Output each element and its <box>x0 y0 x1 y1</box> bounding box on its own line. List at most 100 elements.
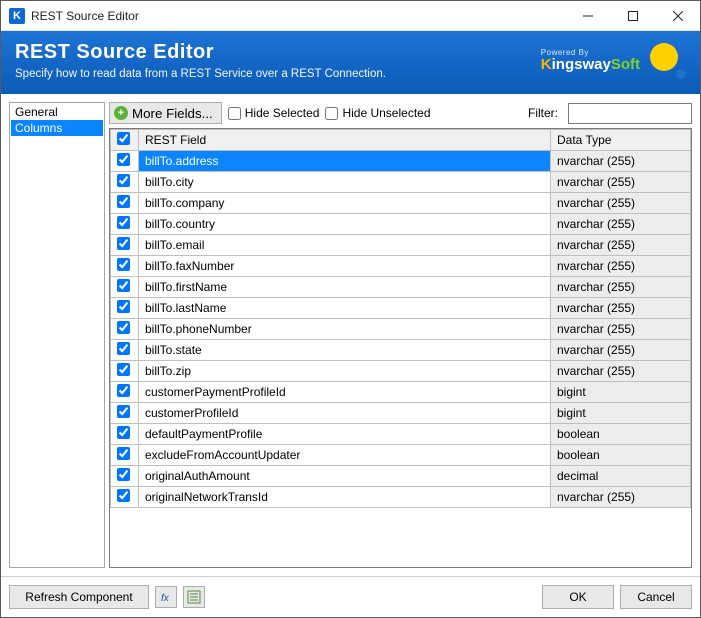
sidebar-item-columns[interactable]: Columns <box>11 120 103 136</box>
table-row[interactable]: originalNetworkTransIdnvarchar (255) <box>111 487 691 508</box>
brand-dots-icon <box>650 43 686 79</box>
banner-heading: REST Source Editor <box>15 41 541 64</box>
row-checkbox[interactable] <box>111 256 139 277</box>
row-datatype[interactable]: nvarchar (255) <box>551 361 691 382</box>
row-datatype[interactable]: nvarchar (255) <box>551 193 691 214</box>
row-datatype[interactable]: boolean <box>551 445 691 466</box>
expression-icon[interactable]: fx <box>155 586 177 608</box>
more-fields-label: More Fields... <box>132 106 213 121</box>
row-field[interactable]: customerProfileId <box>139 403 551 424</box>
table-row[interactable]: billTo.zipnvarchar (255) <box>111 361 691 382</box>
header-banner: REST Source Editor Specify how to read d… <box>1 31 700 94</box>
table-row[interactable]: billTo.faxNumbernvarchar (255) <box>111 256 691 277</box>
row-checkbox[interactable] <box>111 487 139 508</box>
row-datatype[interactable]: decimal <box>551 466 691 487</box>
columns-grid[interactable]: REST Field Data Type billTo.addressnvarc… <box>109 128 692 568</box>
row-datatype[interactable]: nvarchar (255) <box>551 256 691 277</box>
sidebar-item-general[interactable]: General <box>11 104 103 120</box>
row-datatype[interactable]: bigint <box>551 382 691 403</box>
app-icon: K <box>9 8 25 24</box>
plus-icon: + <box>114 106 128 120</box>
row-checkbox[interactable] <box>111 361 139 382</box>
row-field[interactable]: excludeFromAccountUpdater <box>139 445 551 466</box>
table-row[interactable]: billTo.statenvarchar (255) <box>111 340 691 361</box>
row-datatype[interactable]: nvarchar (255) <box>551 298 691 319</box>
minimize-button[interactable] <box>565 1 610 31</box>
table-row[interactable]: billTo.phoneNumbernvarchar (255) <box>111 319 691 340</box>
row-checkbox[interactable] <box>111 193 139 214</box>
row-field[interactable]: originalAuthAmount <box>139 466 551 487</box>
table-row[interactable]: billTo.emailnvarchar (255) <box>111 235 691 256</box>
row-field[interactable]: billTo.zip <box>139 361 551 382</box>
row-datatype[interactable]: nvarchar (255) <box>551 214 691 235</box>
close-button[interactable] <box>655 1 700 31</box>
row-field[interactable]: billTo.company <box>139 193 551 214</box>
row-checkbox[interactable] <box>111 214 139 235</box>
row-checkbox[interactable] <box>111 277 139 298</box>
table-row[interactable]: customerProfileIdbigint <box>111 403 691 424</box>
row-field[interactable]: customerPaymentProfileId <box>139 382 551 403</box>
row-datatype[interactable]: nvarchar (255) <box>551 487 691 508</box>
maximize-button[interactable] <box>610 1 655 31</box>
row-checkbox[interactable] <box>111 382 139 403</box>
header-type[interactable]: Data Type <box>551 130 691 151</box>
hide-unselected-label: Hide Unselected <box>342 106 430 120</box>
row-datatype[interactable]: nvarchar (255) <box>551 277 691 298</box>
filter-label: Filter: <box>528 106 558 120</box>
row-field[interactable]: billTo.email <box>139 235 551 256</box>
svg-text:fx: fx <box>161 593 170 604</box>
more-fields-button[interactable]: + More Fields... <box>109 102 222 124</box>
row-checkbox[interactable] <box>111 235 139 256</box>
table-row[interactable]: customerPaymentProfileIdbigint <box>111 382 691 403</box>
row-checkbox[interactable] <box>111 340 139 361</box>
row-datatype[interactable]: nvarchar (255) <box>551 151 691 172</box>
hide-selected-input[interactable] <box>228 107 241 120</box>
cancel-button[interactable]: Cancel <box>620 585 692 609</box>
table-row[interactable]: originalAuthAmountdecimal <box>111 466 691 487</box>
table-row[interactable]: billTo.countrynvarchar (255) <box>111 214 691 235</box>
ok-button[interactable]: OK <box>542 585 614 609</box>
row-datatype[interactable]: bigint <box>551 403 691 424</box>
header-checkbox[interactable] <box>111 130 139 151</box>
row-field[interactable]: billTo.firstName <box>139 277 551 298</box>
table-row[interactable]: billTo.citynvarchar (255) <box>111 172 691 193</box>
row-field[interactable]: billTo.state <box>139 340 551 361</box>
hide-unselected-input[interactable] <box>325 107 338 120</box>
row-field[interactable]: billTo.country <box>139 214 551 235</box>
row-field[interactable]: billTo.lastName <box>139 298 551 319</box>
table-row[interactable]: defaultPaymentProfileboolean <box>111 424 691 445</box>
row-datatype[interactable]: nvarchar (255) <box>551 172 691 193</box>
table-row[interactable]: excludeFromAccountUpdaterboolean <box>111 445 691 466</box>
row-checkbox[interactable] <box>111 172 139 193</box>
row-datatype[interactable]: nvarchar (255) <box>551 340 691 361</box>
row-checkbox[interactable] <box>111 445 139 466</box>
row-checkbox[interactable] <box>111 466 139 487</box>
row-field[interactable]: billTo.city <box>139 172 551 193</box>
row-checkbox[interactable] <box>111 319 139 340</box>
table-row[interactable]: billTo.firstNamenvarchar (255) <box>111 277 691 298</box>
table-row[interactable]: billTo.addressnvarchar (255) <box>111 151 691 172</box>
hide-selected-checkbox[interactable]: Hide Selected <box>228 106 320 120</box>
row-field[interactable]: billTo.phoneNumber <box>139 319 551 340</box>
row-datatype[interactable]: nvarchar (255) <box>551 319 691 340</box>
hide-selected-label: Hide Selected <box>245 106 320 120</box>
row-checkbox[interactable] <box>111 151 139 172</box>
row-checkbox[interactable] <box>111 424 139 445</box>
row-checkbox[interactable] <box>111 298 139 319</box>
row-datatype[interactable]: boolean <box>551 424 691 445</box>
row-field[interactable]: billTo.faxNumber <box>139 256 551 277</box>
row-field[interactable]: originalNetworkTransId <box>139 487 551 508</box>
table-row[interactable]: billTo.lastNamenvarchar (255) <box>111 298 691 319</box>
row-field[interactable]: defaultPaymentProfile <box>139 424 551 445</box>
refresh-component-button[interactable]: Refresh Component <box>9 585 149 609</box>
row-datatype[interactable]: nvarchar (255) <box>551 235 691 256</box>
row-checkbox[interactable] <box>111 403 139 424</box>
sidebar: GeneralColumns <box>9 102 105 568</box>
filter-input[interactable] <box>568 103 692 124</box>
table-row[interactable]: billTo.companynvarchar (255) <box>111 193 691 214</box>
kingswaysoft-logo: Powered By KingswaySoft <box>541 49 640 72</box>
properties-icon[interactable] <box>183 586 205 608</box>
row-field[interactable]: billTo.address <box>139 151 551 172</box>
hide-unselected-checkbox[interactable]: Hide Unselected <box>325 106 430 120</box>
header-field[interactable]: REST Field <box>139 130 551 151</box>
